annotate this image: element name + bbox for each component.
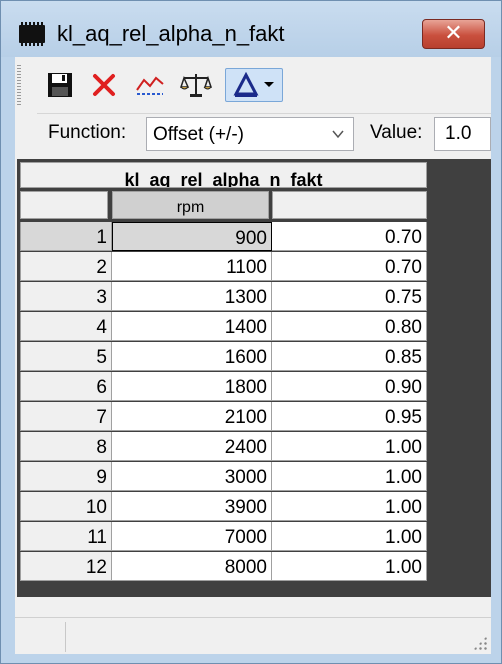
grid-corner-header[interactable] — [20, 191, 108, 219]
status-bar — [15, 617, 491, 654]
triangle-icon — [233, 72, 259, 97]
table-row: 2 1100 0.70 — [20, 252, 427, 281]
value-cell[interactable]: 0.70 — [272, 252, 427, 281]
title-bar[interactable]: kl_aq_rel_alpha_n_fakt ✕ — [1, 1, 501, 57]
row-index-cell[interactable]: 11 — [20, 522, 112, 551]
table-row: 7 2100 0.95 — [20, 402, 427, 431]
window-title: kl_aq_rel_alpha_n_fakt — [57, 21, 285, 46]
rpm-cell[interactable]: 3900 — [112, 492, 272, 521]
red-x-icon — [93, 74, 115, 96]
function-select[interactable]: Offset (+/-) — [146, 117, 354, 151]
toolbar — [15, 59, 491, 111]
value-cell[interactable]: 0.75 — [272, 282, 427, 311]
row-index-cell[interactable]: 12 — [20, 552, 112, 581]
rpm-column-header[interactable]: rpm — [112, 191, 269, 219]
value-cell[interactable]: 0.70 — [272, 222, 427, 251]
row-index-cell[interactable]: 3 — [20, 282, 112, 311]
value-cell[interactable]: 0.95 — [272, 402, 427, 431]
compare-button[interactable] — [179, 68, 213, 102]
table-row: 8 2400 1.00 — [20, 432, 427, 461]
table-row: 11 7000 1.00 — [20, 522, 427, 551]
value-cell[interactable]: 0.85 — [272, 342, 427, 371]
save-button[interactable] — [43, 68, 77, 102]
value-cell[interactable]: 0.80 — [272, 312, 427, 341]
horizontal-scrollbar[interactable] — [17, 597, 491, 611]
rpm-cell[interactable]: 2100 — [112, 402, 272, 431]
value-input[interactable]: 1.0 — [434, 117, 491, 151]
line-graph-icon — [136, 76, 164, 95]
row-index-cell[interactable]: 5 — [20, 342, 112, 371]
rpm-cell[interactable]: 3000 — [112, 462, 272, 491]
rpm-cell[interactable]: 900 — [112, 222, 272, 251]
row-index-cell[interactable]: 9 — [20, 462, 112, 491]
rpm-cell[interactable]: 2400 — [112, 432, 272, 461]
editor-window: kl_aq_rel_alpha_n_fakt ✕ Function: Offse… — [0, 0, 502, 664]
table-row: 10 3900 1.00 — [20, 492, 427, 521]
grid-title: kl_aq_rel_alpha_n_fakt — [20, 162, 427, 188]
row-index-cell[interactable]: 2 — [20, 252, 112, 281]
close-button[interactable]: ✕ — [422, 19, 485, 49]
table-row: 6 1800 0.90 — [20, 372, 427, 401]
function-menu-button[interactable] — [225, 68, 283, 102]
value-cell[interactable]: 1.00 — [272, 462, 427, 491]
chip-icon — [19, 22, 45, 46]
table-row: 5 1600 0.85 — [20, 342, 427, 371]
delete-button[interactable] — [87, 68, 121, 102]
rpm-cell[interactable]: 7000 — [112, 522, 272, 551]
table-row: 12 8000 1.00 — [20, 552, 427, 581]
chevron-down-icon — [332, 130, 344, 139]
data-grid: kl_aq_rel_alpha_n_fakt rpm 1 900 0.70 2 1100… — [17, 159, 491, 597]
balance-scale-icon — [180, 74, 212, 97]
rpm-cell[interactable]: 1800 — [112, 372, 272, 401]
value-cell[interactable]: 1.00 — [272, 522, 427, 551]
floppy-disk-icon — [48, 73, 72, 97]
table-row: 9 3000 1.00 — [20, 462, 427, 491]
table-row: 3 1300 0.75 — [20, 282, 427, 311]
value-cell[interactable]: 1.00 — [272, 552, 427, 581]
rpm-cell[interactable]: 1100 — [112, 252, 272, 281]
row-index-cell[interactable]: 10 — [20, 492, 112, 521]
resize-grip[interactable] — [473, 636, 487, 650]
toolbar-grip[interactable] — [17, 65, 21, 105]
row-index-cell[interactable]: 1 — [20, 222, 112, 251]
client-area: Function: Offset (+/-) Value: 1.0 kl_aq_… — [15, 57, 491, 654]
value-cell[interactable]: 0.90 — [272, 372, 427, 401]
row-index-cell[interactable]: 7 — [20, 402, 112, 431]
row-index-cell[interactable]: 8 — [20, 432, 112, 461]
row-index-cell[interactable]: 4 — [20, 312, 112, 341]
status-separator — [65, 622, 66, 652]
rpm-cell[interactable]: 1600 — [112, 342, 272, 371]
chevron-down-icon — [264, 82, 274, 87]
value-column-header[interactable] — [272, 191, 427, 219]
value-cell[interactable]: 1.00 — [272, 432, 427, 461]
value-cell[interactable]: 1.00 — [272, 492, 427, 521]
rpm-cell[interactable]: 8000 — [112, 552, 272, 581]
table-row: 1 900 0.70 — [20, 222, 427, 251]
function-label: Function: — [48, 122, 127, 143]
row-index-cell[interactable]: 6 — [20, 372, 112, 401]
rpm-cell[interactable]: 1300 — [112, 282, 272, 311]
rpm-cell[interactable]: 1400 — [112, 312, 272, 341]
graph-button[interactable] — [133, 68, 167, 102]
function-row: Function: Offset (+/-) Value: 1.0 — [37, 113, 491, 154]
value-label: Value: — [370, 122, 423, 143]
function-select-value: Offset (+/-) — [153, 124, 244, 145]
table-row: 4 1400 0.80 — [20, 312, 427, 341]
